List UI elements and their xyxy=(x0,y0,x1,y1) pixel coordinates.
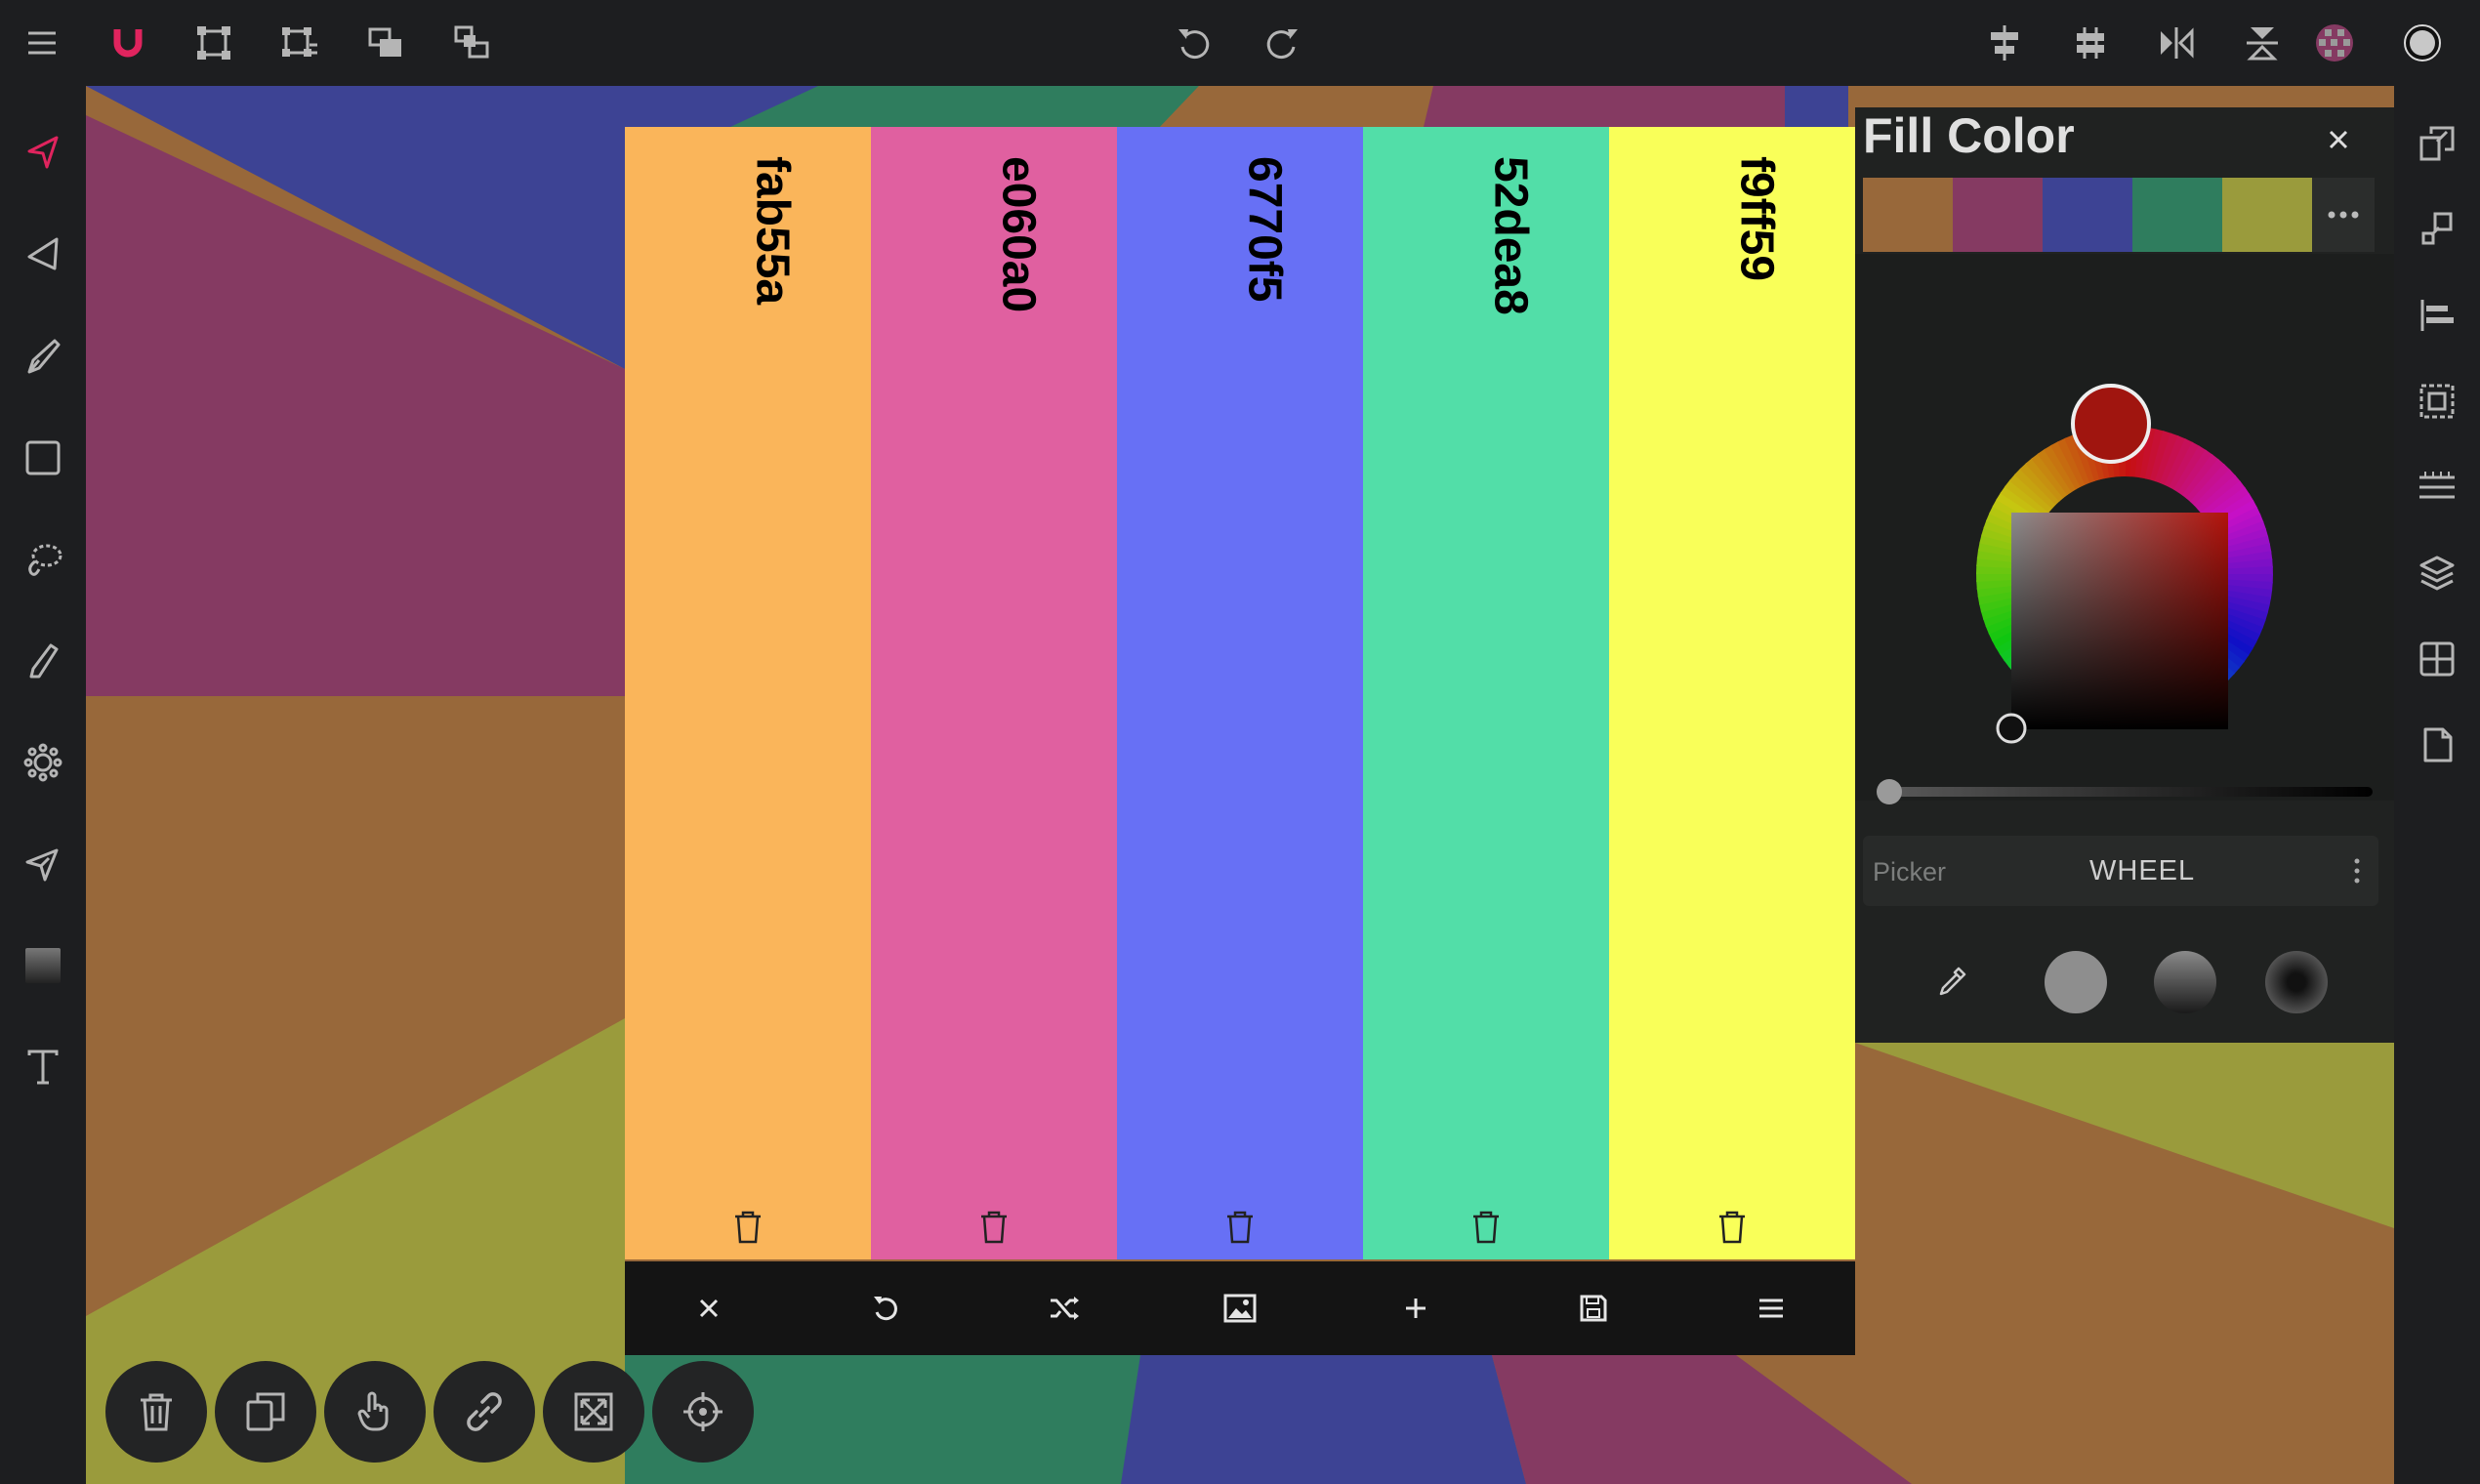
frame-icon[interactable] xyxy=(2403,367,2471,435)
opacity-track xyxy=(1881,787,2373,797)
picker-mode-value[interactable]: WHEEL xyxy=(2089,855,2195,887)
solid-fill-option[interactable] xyxy=(2045,951,2107,1013)
menu-icon[interactable] xyxy=(1742,1279,1800,1338)
node-icon[interactable] xyxy=(9,221,77,289)
copy-style-icon[interactable] xyxy=(2403,109,2471,178)
trash-icon[interactable] xyxy=(105,1361,207,1463)
distribute-icon[interactable] xyxy=(2056,9,2125,77)
undo-icon[interactable] xyxy=(857,1279,916,1338)
canvas-shape-blue-bottom xyxy=(1121,1355,1526,1484)
left-toolbar xyxy=(0,86,86,1484)
canvas-shape-purple-top xyxy=(1424,86,1785,127)
picker-mode-selector[interactable]: Picker WHEEL xyxy=(1863,836,2378,906)
picker-label: Picker xyxy=(1873,857,1947,886)
swatch-5[interactable]: f9ff59 xyxy=(1609,127,1855,1259)
stroke-swatch[interactable] xyxy=(2388,9,2457,77)
linear-gradient-option[interactable] xyxy=(2154,951,2216,1013)
shapes-icon[interactable] xyxy=(2403,195,2471,264)
fit-icon[interactable] xyxy=(543,1361,644,1463)
trash-icon[interactable] xyxy=(731,1209,765,1246)
link-icon[interactable] xyxy=(434,1361,535,1463)
color-palette: fab55a e060a0 6770f5 52dea8 f9ff59 xyxy=(625,127,1855,1259)
recent-color-swatch[interactable] xyxy=(2222,178,2312,252)
group-icon[interactable] xyxy=(437,9,506,77)
touch-icon[interactable] xyxy=(324,1361,426,1463)
color-wheel-area xyxy=(1855,254,2394,801)
redo-icon[interactable] xyxy=(1248,9,1316,77)
panel-title: Fill Color xyxy=(1863,108,2075,163)
plus-icon[interactable] xyxy=(1386,1279,1445,1338)
right-toolbar xyxy=(2394,86,2480,1484)
layers-icon[interactable] xyxy=(2403,539,2471,607)
table-icon[interactable] xyxy=(2403,625,2471,693)
menu-icon[interactable] xyxy=(8,9,76,77)
saturation-handle[interactable] xyxy=(1996,713,2027,744)
radial-gradient-option[interactable] xyxy=(2265,951,2328,1013)
pencil-icon[interactable] xyxy=(9,627,77,695)
gear-icon[interactable] xyxy=(9,728,77,797)
fill-type-row xyxy=(1855,918,2394,1043)
recent-color-swatch[interactable] xyxy=(2043,178,2132,252)
duplicate-icon[interactable] xyxy=(215,1361,316,1463)
trash-icon[interactable] xyxy=(1223,1209,1257,1246)
trash-icon[interactable] xyxy=(977,1209,1011,1246)
shuffle-icon[interactable] xyxy=(1035,1279,1094,1338)
swatch-2[interactable]: e060a0 xyxy=(871,127,1117,1259)
swatch-hex-label[interactable]: 6770f5 xyxy=(1238,156,1292,302)
recent-color-swatch[interactable] xyxy=(1953,178,2043,252)
resize-icon[interactable] xyxy=(266,9,334,77)
trash-icon[interactable] xyxy=(1469,1209,1503,1246)
opacity-slider[interactable] xyxy=(1877,779,2373,804)
recent-color-swatch[interactable] xyxy=(1863,178,1953,252)
rectangle-icon[interactable] xyxy=(9,424,77,492)
swatch-4[interactable]: 52dea8 xyxy=(1363,127,1609,1259)
close-icon[interactable] xyxy=(680,1279,738,1338)
text-icon[interactable] xyxy=(9,1033,77,1101)
gradient-icon[interactable] xyxy=(9,931,77,1000)
fill-swatch[interactable] xyxy=(2300,9,2369,77)
canvas-shape-orange-top xyxy=(1160,86,1433,127)
close-icon[interactable] xyxy=(2314,115,2363,164)
align-center-icon[interactable] xyxy=(1970,9,2039,77)
arrange-icon[interactable] xyxy=(351,9,420,77)
lasso-icon[interactable] xyxy=(9,525,77,594)
opacity-handle[interactable] xyxy=(1877,779,1902,804)
recent-color-swatch[interactable] xyxy=(2132,178,2222,252)
pen-icon[interactable] xyxy=(9,322,77,391)
swatch-hex-label[interactable]: f9ff59 xyxy=(1730,156,1784,281)
save-icon[interactable] xyxy=(1564,1279,1623,1338)
swatch-3[interactable]: 6770f5 xyxy=(1117,127,1363,1259)
grid-lines-icon[interactable] xyxy=(2403,453,2471,521)
transform-icon[interactable] xyxy=(180,9,248,77)
undo-icon[interactable] xyxy=(1160,9,1228,77)
swatch-hex-label[interactable]: e060a0 xyxy=(992,156,1046,312)
target-icon[interactable] xyxy=(652,1361,754,1463)
fill-color-panel: Fill Color Picker WHEEL xyxy=(1855,107,2394,1043)
swatch-1[interactable]: fab55a xyxy=(625,127,871,1259)
swatch-hex-label[interactable]: fab55a xyxy=(746,156,800,305)
trash-icon[interactable] xyxy=(1715,1209,1749,1246)
select-icon[interactable] xyxy=(9,119,77,187)
top-toolbar xyxy=(0,0,2480,86)
hue-handle[interactable] xyxy=(2071,384,2151,464)
canvas-shape-blue-top xyxy=(1785,86,1848,127)
palette-toolbar xyxy=(625,1261,1855,1355)
flip-horizontal-icon[interactable] xyxy=(2142,9,2211,77)
page-icon[interactable] xyxy=(2403,711,2471,779)
image-icon[interactable] xyxy=(1211,1279,1269,1338)
swatch-hex-label[interactable]: 52dea8 xyxy=(1484,156,1538,315)
kebab-menu-icon[interactable] xyxy=(2347,851,2367,890)
flip-vertical-icon[interactable] xyxy=(2228,9,2296,77)
eyedropper-icon[interactable] xyxy=(1935,965,1968,998)
recent-colors xyxy=(1863,178,2378,252)
path-icon[interactable] xyxy=(9,830,77,898)
align-icon[interactable] xyxy=(2403,281,2471,350)
magnet-icon[interactable] xyxy=(94,9,162,77)
more-icon[interactable] xyxy=(2312,178,2375,252)
